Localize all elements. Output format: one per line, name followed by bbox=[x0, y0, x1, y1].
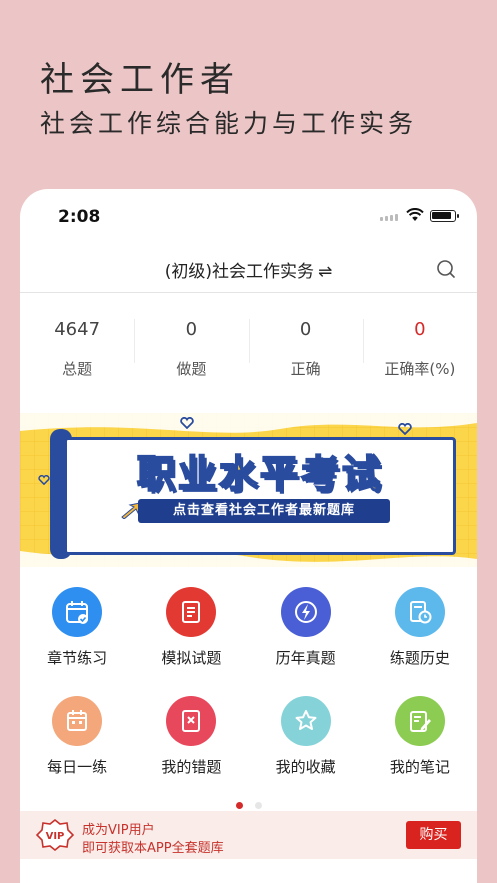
feature-label: 练题历史 bbox=[389, 649, 450, 667]
feature-label: 我的错题 bbox=[161, 758, 222, 776]
lightning-icon bbox=[280, 587, 331, 637]
stat-value: 0 bbox=[185, 319, 198, 340]
stat-value: 0 bbox=[299, 319, 312, 340]
page-dot-active[interactable] bbox=[235, 802, 243, 809]
status-bar: 2:08 bbox=[20, 189, 477, 245]
feature-mock-exam[interactable]: 模拟试题 bbox=[134, 581, 248, 668]
status-time: 2:08 bbox=[58, 207, 101, 227]
stats-row: 4647 总题 0 做题 0 正确 0 正确率(%) bbox=[20, 301, 477, 391]
calendar-check-icon bbox=[52, 587, 103, 637]
wrong-notebook-icon bbox=[166, 696, 217, 746]
subject-switcher[interactable]: (初级)社会工作实务 ⇌ bbox=[20, 257, 477, 282]
stat-correct: 0 正确 bbox=[248, 301, 363, 391]
promo-subtitle: 社会工作综合能力与工作实务 bbox=[40, 109, 418, 138]
nav-title: (初级)社会工作实务 bbox=[164, 262, 314, 282]
feature-chapter-practice[interactable]: 章节练习 bbox=[20, 581, 134, 668]
stat-total: 4647 总题 bbox=[20, 301, 134, 391]
feature-label: 章节练习 bbox=[47, 649, 108, 667]
vip-badge-icon: VIP bbox=[36, 819, 74, 851]
battery-icon bbox=[430, 210, 459, 222]
feature-label: 模拟试题 bbox=[161, 649, 222, 667]
stat-label: 正确率(%) bbox=[384, 360, 456, 378]
phone-screen: 2:08 (初级)社会工作实务 ⇌ 4647 总题 0 做题 0 正确 0 正确… bbox=[20, 189, 477, 883]
heart-decoration-icon bbox=[398, 423, 412, 435]
feature-wrong-answers[interactable]: 我的错题 bbox=[134, 690, 248, 777]
banner-title: 职业水平考试 bbox=[136, 451, 383, 497]
vip-title: 成为VIP用户 bbox=[82, 823, 155, 838]
daily-calendar-icon bbox=[52, 696, 103, 746]
feature-label: 我的收藏 bbox=[275, 758, 336, 776]
cellular-signal-icon bbox=[380, 214, 398, 221]
page-dot[interactable] bbox=[254, 802, 262, 809]
feature-grid: 章节练习 模拟试题 历年真题 练题历史 每日一练 我的错题 我的收藏 我的笔记 bbox=[20, 581, 477, 777]
feature-daily-practice[interactable]: 每日一练 bbox=[20, 690, 134, 777]
stat-accuracy: 0 正确率(%) bbox=[362, 301, 477, 391]
feature-label: 我的笔记 bbox=[389, 758, 450, 776]
heart-decoration-icon bbox=[180, 417, 194, 429]
heart-decoration-icon bbox=[38, 475, 50, 485]
nav-bar: (初级)社会工作实务 ⇌ bbox=[20, 245, 477, 293]
swap-icon: ⇌ bbox=[318, 262, 333, 282]
buy-button[interactable]: 购买 bbox=[406, 821, 461, 849]
svg-text:VIP: VIP bbox=[46, 831, 65, 842]
stat-value: 0 bbox=[414, 319, 426, 340]
vip-description: 即可获取本APP全套题库 bbox=[82, 841, 224, 856]
stat-label: 总题 bbox=[62, 360, 93, 378]
feature-practice-history[interactable]: 练题历史 bbox=[363, 581, 477, 668]
stat-label: 正确 bbox=[290, 360, 321, 378]
history-clock-icon bbox=[394, 587, 445, 637]
wifi-icon bbox=[406, 208, 424, 221]
banner-subtitle: 点击查看社会工作者最新题库 bbox=[138, 499, 390, 523]
feature-label: 历年真题 bbox=[275, 649, 336, 667]
stat-done: 0 做题 bbox=[134, 301, 248, 391]
feature-label: 每日一练 bbox=[47, 758, 108, 776]
feature-favorites[interactable]: 我的收藏 bbox=[249, 690, 363, 777]
stat-label: 做题 bbox=[176, 360, 207, 378]
search-icon[interactable] bbox=[436, 259, 456, 279]
document-list-icon bbox=[166, 587, 217, 637]
exam-banner[interactable]: 职业水平考试 点击查看社会工作者最新题库 bbox=[20, 413, 477, 567]
feature-notes[interactable]: 我的笔记 bbox=[363, 690, 477, 777]
stat-value: 4647 bbox=[54, 319, 101, 340]
star-icon bbox=[280, 696, 331, 746]
vip-promo-bar: VIP 成为VIP用户 即可获取本APP全套题库 购买 bbox=[20, 811, 477, 859]
feature-past-exams[interactable]: 历年真题 bbox=[249, 581, 363, 668]
promo-title: 社会工作者 bbox=[40, 60, 240, 100]
note-pen-icon bbox=[394, 696, 445, 746]
